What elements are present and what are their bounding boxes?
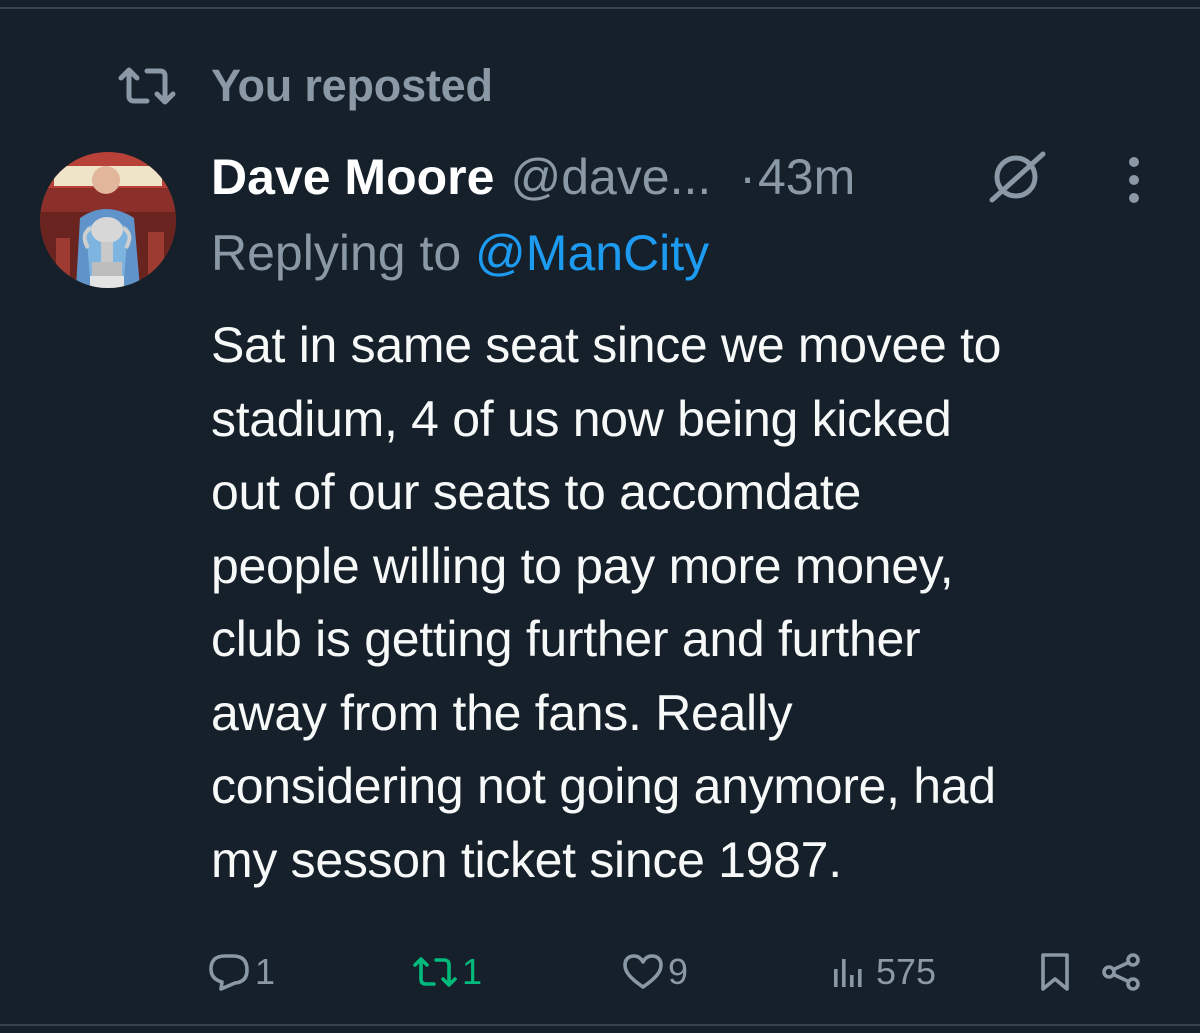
views-icon bbox=[834, 959, 862, 987]
views-button[interactable]: 575 bbox=[832, 950, 936, 994]
reply-icon bbox=[209, 954, 249, 991]
repost-button[interactable]: 1 bbox=[412, 950, 482, 994]
tweet-header: Dave Moore @dave... · 43m bbox=[211, 147, 855, 207]
repost-icon bbox=[413, 957, 457, 987]
reply-button[interactable]: 1 bbox=[207, 950, 275, 994]
bottom-divider bbox=[0, 1024, 1200, 1026]
like-count: 9 bbox=[668, 951, 689, 992]
reply-count: 1 bbox=[255, 951, 276, 992]
separator-dot: · bbox=[739, 149, 756, 205]
replying-to-label: Replying to bbox=[211, 225, 476, 281]
edited-icon[interactable] bbox=[985, 150, 1047, 204]
avatar[interactable] bbox=[40, 152, 176, 288]
share-icon bbox=[1102, 953, 1140, 991]
repost-banner[interactable]: You reposted bbox=[118, 58, 493, 114]
author-display-name[interactable]: Dave Moore bbox=[211, 148, 494, 206]
bookmark-icon bbox=[1041, 953, 1069, 991]
tweet-text: Sat in same seat since we movee to stadi… bbox=[211, 317, 1002, 888]
views-count: 575 bbox=[876, 951, 937, 992]
author-handle[interactable]: @dave... bbox=[510, 148, 711, 206]
bookmark-button[interactable] bbox=[1038, 950, 1072, 994]
repost-banner-text: You reposted bbox=[211, 60, 493, 111]
like-button[interactable]: 9 bbox=[622, 950, 688, 994]
share-button[interactable] bbox=[1100, 950, 1142, 994]
more-icon[interactable] bbox=[1112, 154, 1156, 206]
replying-to-line: Replying to @ManCity bbox=[211, 224, 709, 282]
repost-count: 1 bbox=[462, 951, 483, 992]
tweet-timestamp[interactable]: 43m bbox=[758, 148, 855, 206]
top-divider bbox=[0, 7, 1200, 9]
heart-icon bbox=[623, 954, 663, 989]
repost-icon bbox=[118, 67, 176, 105]
reply-mention-link[interactable]: @ManCity bbox=[475, 225, 709, 281]
